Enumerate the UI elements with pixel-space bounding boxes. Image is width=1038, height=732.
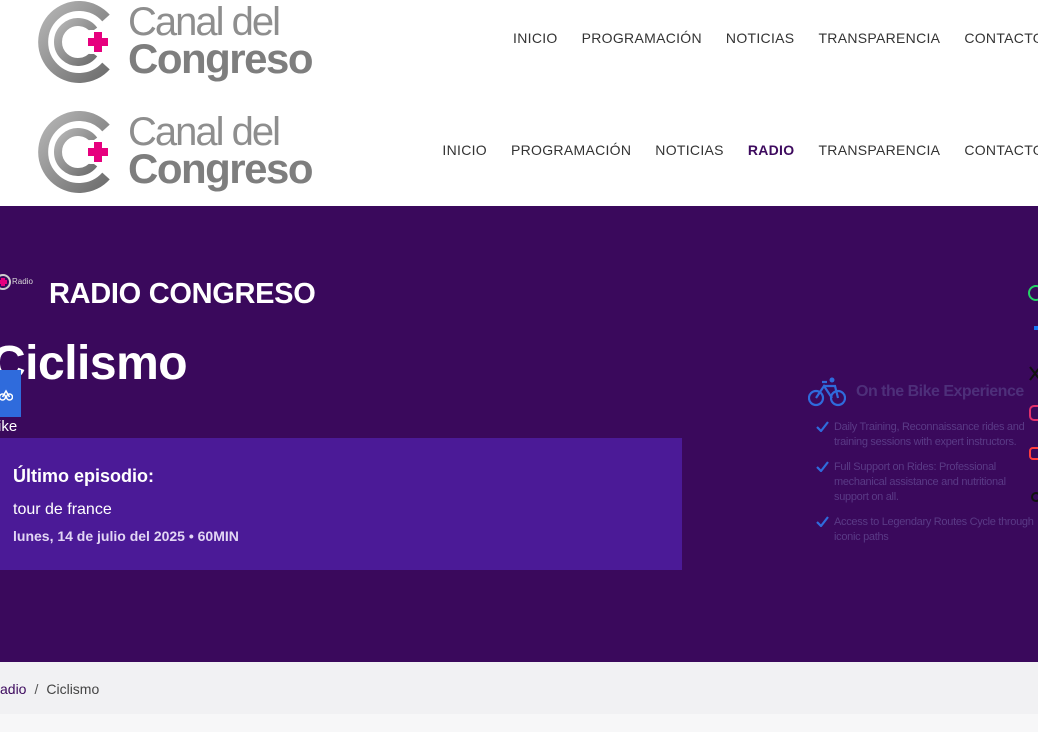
bicycle-icon bbox=[0, 389, 13, 401]
facebook-icon[interactable] bbox=[1026, 322, 1038, 340]
breadcrumb-link-radio[interactable]: adio bbox=[0, 681, 26, 697]
nav-programacion[interactable]: PROGRAMACIÓN bbox=[511, 142, 631, 158]
nav-inicio[interactable]: INICIO bbox=[442, 142, 487, 158]
content-area-top bbox=[0, 714, 1038, 732]
nav-noticias[interactable]: NOTICIAS bbox=[726, 30, 795, 46]
promo-list: Daily Training, Reconnaissance rides and… bbox=[816, 420, 1038, 555]
check-icon bbox=[816, 516, 829, 527]
check-icon bbox=[816, 461, 829, 472]
program-title: Ciclismo bbox=[0, 337, 188, 390]
promo-item-text: Full Support on Rides: Professional mech… bbox=[834, 461, 1006, 503]
bike-badge[interactable] bbox=[0, 370, 21, 417]
nav-radio[interactable]: RADIO bbox=[748, 142, 795, 158]
bike-experience-promo: On the Bike Experience Daily Training, R… bbox=[808, 374, 1038, 574]
tiktok-icon[interactable] bbox=[1026, 486, 1038, 504]
latest-episode-heading: Último episodio: bbox=[13, 466, 154, 486]
instagram-icon[interactable] bbox=[1026, 404, 1038, 422]
radio-logo-text: Radio bbox=[12, 277, 33, 286]
nav-programacion[interactable]: PROGRAMACIÓN bbox=[582, 30, 702, 46]
nav-contacto[interactable]: CONTACTO bbox=[964, 142, 1038, 158]
logo-mark-icon bbox=[38, 111, 110, 193]
nav-inicio[interactable]: INICIO bbox=[513, 30, 558, 46]
check-icon bbox=[816, 421, 829, 432]
promo-item: Daily Training, Reconnaissance rides and… bbox=[816, 420, 1038, 450]
logo-mark-icon bbox=[38, 1, 110, 83]
latest-episode-card[interactable]: Último episodio: tour de france lunes, 1… bbox=[0, 438, 682, 570]
bike-label: ike bbox=[0, 418, 18, 435]
logo-text-congreso: Congreso bbox=[128, 35, 314, 82]
promo-item: Access to Legendary Routes Cycle through… bbox=[816, 515, 1038, 545]
promo-title: On the Bike Experience bbox=[856, 383, 1024, 400]
breadcrumb-current: Ciclismo bbox=[46, 681, 100, 697]
breadcrumb-separator: / bbox=[34, 681, 39, 697]
nav-contacto[interactable]: CONTACTO bbox=[964, 30, 1038, 46]
site-header-sticky: Canal del Congreso INICIO PROGRAMACIÓN N… bbox=[0, 0, 1038, 92]
breadcrumb: adio / Ciclismo bbox=[0, 681, 99, 697]
logo-text-congreso: Congreso bbox=[128, 145, 314, 192]
whatsapp-icon[interactable] bbox=[1026, 284, 1038, 302]
nav-transparencia[interactable]: TRANSPARENCIA bbox=[818, 30, 940, 46]
bicycle-icon bbox=[808, 377, 846, 407]
secondary-nav: INICIO PROGRAMACIÓN NOTICIAS RADIO TRANS… bbox=[418, 140, 1038, 160]
program-hero: Radio RADIO CONGRESO Ciclismo ike Último… bbox=[0, 206, 1038, 662]
x-icon[interactable] bbox=[1026, 364, 1038, 382]
site-header: Canal del Congreso INICIO PROGRAMACIÓN N… bbox=[0, 100, 1038, 206]
breadcrumb-bar: adio / Ciclismo bbox=[0, 662, 1038, 714]
nav-transparencia[interactable]: TRANSPARENCIA bbox=[818, 142, 940, 158]
youtube-icon[interactable] bbox=[1026, 444, 1038, 462]
canal-del-congreso-logo[interactable]: Canal del Congreso bbox=[36, 0, 316, 84]
promo-item-text: Access to Legendary Routes Cycle through… bbox=[834, 516, 1034, 543]
promo-item: Full Support on Rides: Professional mech… bbox=[816, 460, 1038, 505]
episode-meta: lunes, 14 de julio del 2025 • 60MIN bbox=[13, 528, 239, 544]
promo-item-text: Daily Training, Reconnaissance rides and… bbox=[834, 421, 1025, 448]
primary-nav: INICIO PROGRAMACIÓN NOTICIAS TRANSPARENC… bbox=[489, 28, 1038, 48]
nav-noticias[interactable]: NOTICIAS bbox=[655, 142, 724, 158]
episode-title[interactable]: tour de france bbox=[13, 501, 112, 519]
station-title: RADIO CONGRESO bbox=[49, 278, 316, 310]
canal-del-congreso-logo-secondary[interactable]: Canal del Congreso bbox=[36, 110, 316, 194]
radio-congreso-logo-icon: Radio bbox=[0, 274, 33, 290]
